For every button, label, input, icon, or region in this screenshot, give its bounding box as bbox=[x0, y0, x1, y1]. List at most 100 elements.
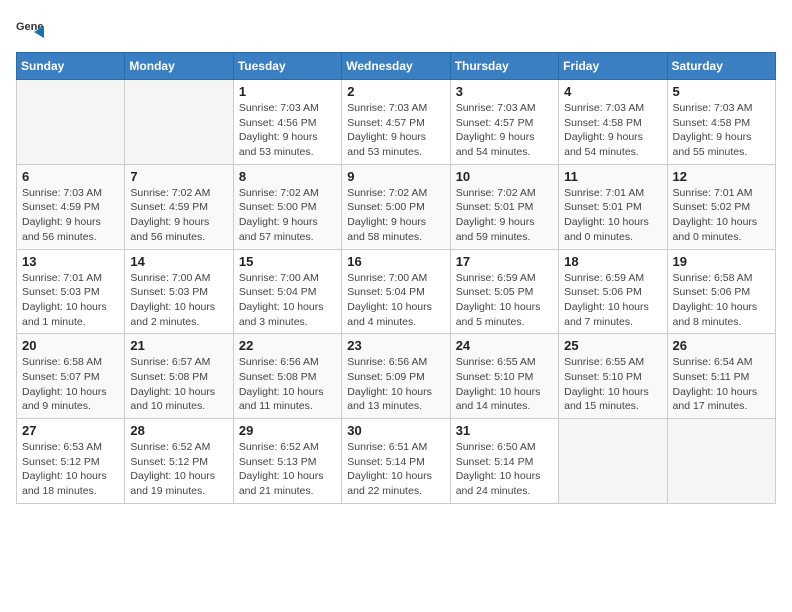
day-info: Sunrise: 7:00 AM Sunset: 5:03 PM Dayligh… bbox=[130, 271, 227, 330]
day-info: Sunrise: 6:52 AM Sunset: 5:13 PM Dayligh… bbox=[239, 440, 336, 499]
day-number: 14 bbox=[130, 254, 227, 269]
day-info: Sunrise: 7:02 AM Sunset: 5:00 PM Dayligh… bbox=[239, 186, 336, 245]
calendar-cell: 29 Sunrise: 6:52 AM Sunset: 5:13 PM Dayli… bbox=[233, 419, 341, 504]
weekday-header-thursday: Thursday bbox=[450, 53, 558, 80]
calendar-week-4: 20 Sunrise: 6:58 AM Sunset: 5:07 PM Dayli… bbox=[17, 334, 776, 419]
day-number: 2 bbox=[347, 84, 444, 99]
day-number: 29 bbox=[239, 423, 336, 438]
calendar-cell: 12 Sunrise: 7:01 AM Sunset: 5:02 PM Dayli… bbox=[667, 164, 775, 249]
day-info: Sunrise: 7:01 AM Sunset: 5:03 PM Dayligh… bbox=[22, 271, 119, 330]
day-number: 28 bbox=[130, 423, 227, 438]
day-info: Sunrise: 7:03 AM Sunset: 4:58 PM Dayligh… bbox=[564, 101, 661, 160]
calendar-cell: 18 Sunrise: 6:59 AM Sunset: 5:06 PM Dayli… bbox=[559, 249, 667, 334]
day-info: Sunrise: 7:03 AM Sunset: 4:59 PM Dayligh… bbox=[22, 186, 119, 245]
day-info: Sunrise: 7:03 AM Sunset: 4:58 PM Dayligh… bbox=[673, 101, 770, 160]
logo-icon: General bbox=[16, 16, 44, 44]
calendar-cell: 20 Sunrise: 6:58 AM Sunset: 5:07 PM Dayli… bbox=[17, 334, 125, 419]
calendar-cell bbox=[125, 80, 233, 165]
day-info: Sunrise: 7:02 AM Sunset: 4:59 PM Dayligh… bbox=[130, 186, 227, 245]
calendar-cell bbox=[17, 80, 125, 165]
calendar-cell: 9 Sunrise: 7:02 AM Sunset: 5:00 PM Daylig… bbox=[342, 164, 450, 249]
day-info: Sunrise: 6:56 AM Sunset: 5:08 PM Dayligh… bbox=[239, 355, 336, 414]
day-info: Sunrise: 6:52 AM Sunset: 5:12 PM Dayligh… bbox=[130, 440, 227, 499]
calendar-cell: 21 Sunrise: 6:57 AM Sunset: 5:08 PM Dayli… bbox=[125, 334, 233, 419]
weekday-header-sunday: Sunday bbox=[17, 53, 125, 80]
day-number: 26 bbox=[673, 338, 770, 353]
calendar-cell: 4Sunrise: 7:03 AM Sunset: 4:58 PM Daylig… bbox=[559, 80, 667, 165]
calendar-table: SundayMondayTuesdayWednesdayThursdayFrid… bbox=[16, 52, 776, 504]
day-info: Sunrise: 6:56 AM Sunset: 5:09 PM Dayligh… bbox=[347, 355, 444, 414]
day-info: Sunrise: 6:58 AM Sunset: 5:07 PM Dayligh… bbox=[22, 355, 119, 414]
day-number: 21 bbox=[130, 338, 227, 353]
calendar-cell: 31Sunrise: 6:50 AM Sunset: 5:14 PM Dayli… bbox=[450, 419, 558, 504]
weekday-header-saturday: Saturday bbox=[667, 53, 775, 80]
calendar-cell: 13 Sunrise: 7:01 AM Sunset: 5:03 PM Dayli… bbox=[17, 249, 125, 334]
calendar-cell: 19 Sunrise: 6:58 AM Sunset: 5:06 PM Dayli… bbox=[667, 249, 775, 334]
calendar-cell: 7 Sunrise: 7:02 AM Sunset: 4:59 PM Daylig… bbox=[125, 164, 233, 249]
day-info: Sunrise: 7:01 AM Sunset: 5:01 PM Dayligh… bbox=[564, 186, 661, 245]
day-info: Sunrise: 7:02 AM Sunset: 5:01 PM Dayligh… bbox=[456, 186, 553, 245]
calendar-week-2: 6Sunrise: 7:03 AM Sunset: 4:59 PM Daylig… bbox=[17, 164, 776, 249]
day-number: 7 bbox=[130, 169, 227, 184]
calendar-cell: 3Sunrise: 7:03 AM Sunset: 4:57 PM Daylig… bbox=[450, 80, 558, 165]
day-info: Sunrise: 6:58 AM Sunset: 5:06 PM Dayligh… bbox=[673, 271, 770, 330]
calendar-header-row: SundayMondayTuesdayWednesdayThursdayFrid… bbox=[17, 53, 776, 80]
day-number: 16 bbox=[347, 254, 444, 269]
day-info: Sunrise: 7:03 AM Sunset: 4:57 PM Dayligh… bbox=[347, 101, 444, 160]
day-info: Sunrise: 7:03 AM Sunset: 4:56 PM Dayligh… bbox=[239, 101, 336, 160]
day-number: 15 bbox=[239, 254, 336, 269]
day-number: 5 bbox=[673, 84, 770, 99]
calendar-week-5: 27 Sunrise: 6:53 AM Sunset: 5:12 PM Dayli… bbox=[17, 419, 776, 504]
weekday-header-monday: Monday bbox=[125, 53, 233, 80]
day-info: Sunrise: 7:02 AM Sunset: 5:00 PM Dayligh… bbox=[347, 186, 444, 245]
weekday-header-wednesday: Wednesday bbox=[342, 53, 450, 80]
day-number: 12 bbox=[673, 169, 770, 184]
day-number: 30 bbox=[347, 423, 444, 438]
calendar-cell: 22Sunrise: 6:56 AM Sunset: 5:08 PM Dayli… bbox=[233, 334, 341, 419]
day-info: Sunrise: 7:00 AM Sunset: 5:04 PM Dayligh… bbox=[239, 271, 336, 330]
weekday-header-tuesday: Tuesday bbox=[233, 53, 341, 80]
calendar-cell: 27 Sunrise: 6:53 AM Sunset: 5:12 PM Dayli… bbox=[17, 419, 125, 504]
calendar-cell: 10 Sunrise: 7:02 AM Sunset: 5:01 PM Dayli… bbox=[450, 164, 558, 249]
day-number: 13 bbox=[22, 254, 119, 269]
day-number: 25 bbox=[564, 338, 661, 353]
calendar-cell: 15 Sunrise: 7:00 AM Sunset: 5:04 PM Dayli… bbox=[233, 249, 341, 334]
calendar-cell: 30Sunrise: 6:51 AM Sunset: 5:14 PM Dayli… bbox=[342, 419, 450, 504]
calendar-cell: 26 Sunrise: 6:54 AM Sunset: 5:11 PM Dayli… bbox=[667, 334, 775, 419]
calendar-cell: 17 Sunrise: 6:59 AM Sunset: 5:05 PM Dayli… bbox=[450, 249, 558, 334]
calendar-body: 1 Sunrise: 7:03 AM Sunset: 4:56 PM Daylig… bbox=[17, 80, 776, 504]
calendar-week-3: 13 Sunrise: 7:01 AM Sunset: 5:03 PM Dayli… bbox=[17, 249, 776, 334]
day-info: Sunrise: 6:55 AM Sunset: 5:10 PM Dayligh… bbox=[564, 355, 661, 414]
calendar-cell: 5 Sunrise: 7:03 AM Sunset: 4:58 PM Daylig… bbox=[667, 80, 775, 165]
calendar-cell: 14 Sunrise: 7:00 AM Sunset: 5:03 PM Dayli… bbox=[125, 249, 233, 334]
day-info: Sunrise: 6:54 AM Sunset: 5:11 PM Dayligh… bbox=[673, 355, 770, 414]
day-number: 10 bbox=[456, 169, 553, 184]
day-number: 20 bbox=[22, 338, 119, 353]
day-number: 1 bbox=[239, 84, 336, 99]
day-number: 18 bbox=[564, 254, 661, 269]
calendar-cell: 6Sunrise: 7:03 AM Sunset: 4:59 PM Daylig… bbox=[17, 164, 125, 249]
day-info: Sunrise: 6:55 AM Sunset: 5:10 PM Dayligh… bbox=[456, 355, 553, 414]
day-number: 27 bbox=[22, 423, 119, 438]
day-number: 17 bbox=[456, 254, 553, 269]
calendar-week-1: 1 Sunrise: 7:03 AM Sunset: 4:56 PM Daylig… bbox=[17, 80, 776, 165]
day-number: 8 bbox=[239, 169, 336, 184]
day-number: 3 bbox=[456, 84, 553, 99]
day-info: Sunrise: 6:59 AM Sunset: 5:06 PM Dayligh… bbox=[564, 271, 661, 330]
day-number: 31 bbox=[456, 423, 553, 438]
page-header: General bbox=[16, 16, 776, 44]
day-number: 24 bbox=[456, 338, 553, 353]
day-info: Sunrise: 6:57 AM Sunset: 5:08 PM Dayligh… bbox=[130, 355, 227, 414]
day-info: Sunrise: 6:59 AM Sunset: 5:05 PM Dayligh… bbox=[456, 271, 553, 330]
calendar-cell: 2 Sunrise: 7:03 AM Sunset: 4:57 PM Daylig… bbox=[342, 80, 450, 165]
day-info: Sunrise: 6:53 AM Sunset: 5:12 PM Dayligh… bbox=[22, 440, 119, 499]
weekday-header-friday: Friday bbox=[559, 53, 667, 80]
day-info: Sunrise: 7:01 AM Sunset: 5:02 PM Dayligh… bbox=[673, 186, 770, 245]
calendar-cell bbox=[559, 419, 667, 504]
calendar-cell: 11 Sunrise: 7:01 AM Sunset: 5:01 PM Dayli… bbox=[559, 164, 667, 249]
day-number: 9 bbox=[347, 169, 444, 184]
day-number: 11 bbox=[564, 169, 661, 184]
day-number: 19 bbox=[673, 254, 770, 269]
calendar-cell: 8 Sunrise: 7:02 AM Sunset: 5:00 PM Daylig… bbox=[233, 164, 341, 249]
logo: General bbox=[16, 16, 48, 44]
